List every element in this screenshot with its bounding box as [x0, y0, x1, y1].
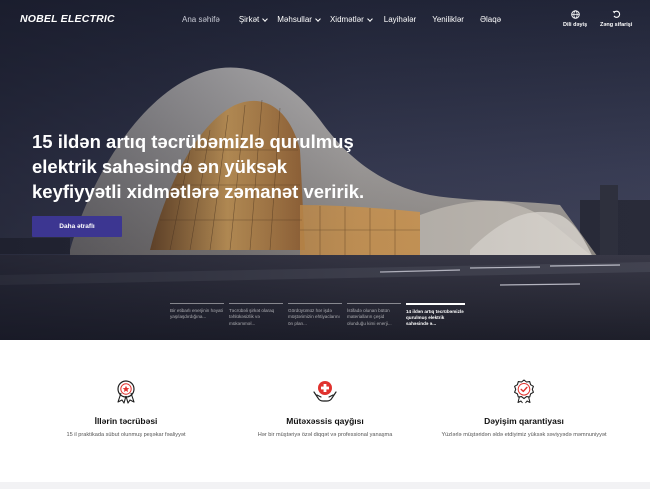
feature-description: 15 il praktikada sübut olunmuş peşəkar f… [66, 432, 186, 438]
feature-description: Yüzlərlə müştəridən əldə etdiyimiz yüksə… [441, 432, 607, 438]
callback-request-label: Zəng sifarişi [600, 22, 633, 28]
hero-headline-line: 15 ildən artıq təcrübəmizlə qurulmuş [32, 131, 354, 152]
hero-banner: NOBEL ELECTRIC Ana səhifə Şirkət Məhsull… [0, 0, 650, 340]
chevron-down-icon [262, 15, 269, 22]
slide-tab-text: Bir etibarlı enerjinin həyati yaşılaşdır… [170, 308, 223, 320]
more-info-button[interactable]: Daha ətraflı [32, 216, 122, 237]
nav-item-label: Layihələr [383, 15, 417, 24]
page: NOBEL ELECTRIC Ana səhifə Şirkət Məhsull… [0, 0, 650, 489]
slide-progress-bar [170, 303, 224, 304]
language-switch-label: Dili dəyiş [563, 22, 588, 28]
feature-experience: İllərin təcrübəsi 15 il praktikada sübut… [26, 378, 226, 438]
slide-tab-text: Təcrübəli şirkət olaraq təhlükəsizlik və… [229, 308, 275, 326]
slide-progress-bar [229, 303, 283, 304]
slide-tab[interactable]: Gördüyümüz hər işdə müştərimizin ehtiyac… [288, 303, 342, 328]
top-navigation: NOBEL ELECTRIC Ana səhifə Şirkət Məhsull… [0, 0, 650, 40]
nav-item-contact[interactable]: Əlaqə [480, 15, 501, 24]
nav-item-home[interactable]: Ana səhifə [182, 15, 220, 24]
chevron-down-icon [366, 15, 373, 22]
nav-item-services[interactable]: Xidmətlər [329, 15, 373, 24]
language-switch[interactable]: Dili dəyiş [563, 10, 587, 28]
nav-item-label: Ana səhifə [182, 15, 220, 24]
next-section-edge [0, 482, 650, 489]
nav-item-label: Xidmətlər [329, 15, 364, 24]
slide-tab-text: 14 ildən artıq təcrübəmizlə qurulmuş ele… [406, 308, 464, 327]
nav-item-label: Şirkət [238, 15, 260, 24]
slide-tab-active[interactable]: 14 ildən artıq təcrübəmizlə qurulmuş ele… [406, 303, 465, 328]
features-section: İllərin təcrübəsi 15 il praktikada sübut… [0, 340, 650, 489]
slide-tab[interactable]: Bir etibarlı enerjinin həyati yaşılaşdır… [170, 303, 224, 328]
nav-item-label: Yeniliklər [432, 15, 464, 24]
hero-headline: 15 ildən artıq təcrübəmizlə qurulmuş ele… [32, 129, 412, 204]
slide-tab[interactable]: Təcrübəli şirkət olaraq təhlükəsizlik və… [229, 303, 283, 328]
slide-progress-bar [347, 303, 401, 304]
main-menu: Ana səhifə Şirkət Məhsullar Xidmətlər La… [182, 15, 501, 24]
feature-expert-care: Mütəxəssis qayğısı Hər bir müştəriyə özə… [225, 378, 425, 438]
nav-item-company[interactable]: Şirkət [238, 15, 269, 24]
feature-description: Hər bir müştəriyə özəl diqqət və profess… [257, 432, 393, 438]
slide-progress-bar [288, 303, 342, 304]
nav-item-news[interactable]: Yeniliklər [432, 15, 464, 24]
slide-tab-text: Gördüyümüz hər işdə müştərimizin ehtiyac… [288, 308, 340, 326]
globe-icon [570, 10, 580, 19]
quality-badge-icon [514, 379, 534, 404]
slide-tab-text: İstifadə olunan bütün materialların çeşi… [347, 308, 392, 326]
nav-item-label: Məhsullar [277, 15, 312, 24]
feature-title: Mütəxəssis qayğısı [286, 416, 364, 426]
phone-return-icon [612, 10, 620, 18]
callback-request[interactable]: Zəng sifarişi [600, 10, 632, 28]
chevron-down-icon [315, 15, 321, 22]
nav-item-projects[interactable]: Layihələr [384, 15, 416, 24]
slide-progress-bar [406, 303, 465, 305]
hero-slider-nav: Bir etibarlı enerjinin həyati yaşılaşdır… [170, 303, 465, 328]
feature-title: Dəyişim qarantiyası [484, 416, 564, 426]
feature-title: İllərin təcrübəsi [94, 416, 158, 426]
slide-tab[interactable]: İstifadə olunan bütün materialların çeşi… [347, 303, 401, 328]
nav-item-label: Əlaqə [479, 15, 502, 24]
brand-logo[interactable]: NOBEL ELECTRIC [20, 13, 115, 25]
hero-headline-line: keyfiyyətli xidmətlərə zəmanət veririk. [32, 181, 365, 202]
hero-headline-line: elektrik sahəsində ən yüksək [32, 156, 288, 177]
medical-care-icon [313, 381, 337, 402]
medal-icon [117, 380, 135, 404]
nav-item-products[interactable]: Məhsullar [277, 15, 321, 24]
feature-guarantee: Dəyişim qarantiyası Yüzlərlə müştəridən … [424, 378, 624, 438]
